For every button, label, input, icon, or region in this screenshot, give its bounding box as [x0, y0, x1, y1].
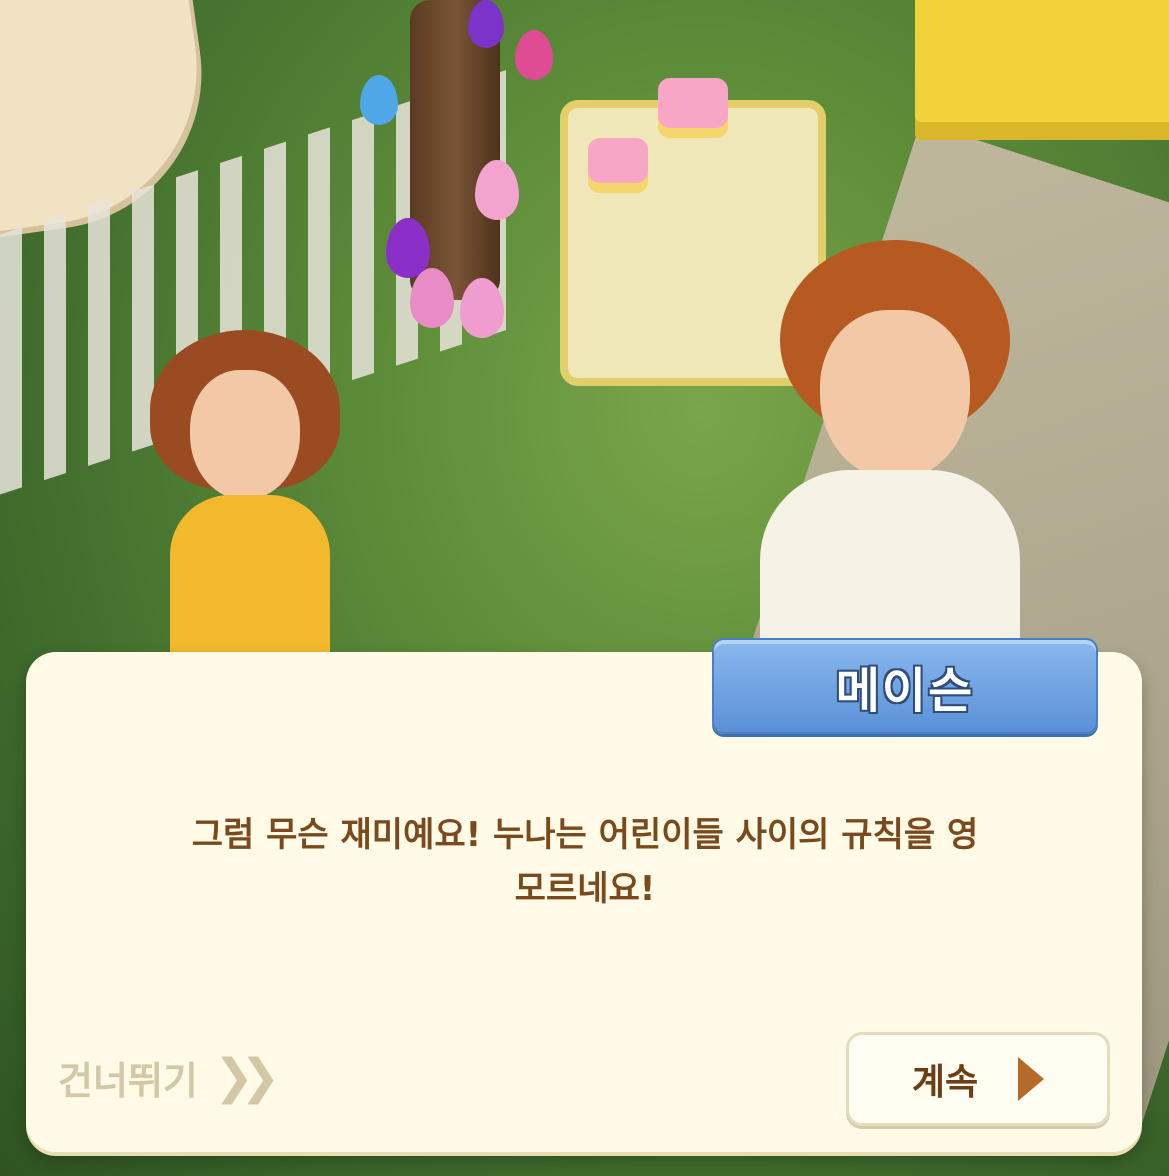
play-triangle-icon — [1018, 1057, 1045, 1101]
character-woman — [150, 330, 340, 665]
continue-button[interactable]: 계속 — [846, 1032, 1110, 1126]
continue-label: 계속 — [911, 1062, 979, 1103]
bunny-ornament — [515, 30, 553, 80]
cake — [588, 138, 648, 193]
speaker-name: 메이슨 — [835, 663, 975, 719]
dialog-line-1: 그럼 무슨 재미예요! 누나는 어린이들 사이의 규칙을 영 — [191, 815, 979, 855]
bunny-ornament — [360, 75, 398, 125]
speaker-tag: 메이슨 — [712, 638, 1098, 734]
skip-label: 건너뛰기 — [58, 1058, 198, 1103]
dialog-text: 그럼 무슨 재미예요! 누나는 어린이들 사이의 규칙을 영 모르네요! — [90, 808, 1080, 916]
skip-button[interactable]: 건너뛰기 ❯❯ — [58, 1045, 281, 1109]
yellow-table — [915, 0, 1169, 140]
cake — [658, 78, 728, 138]
double-chevron-right-icon: ❯❯ — [213, 1049, 281, 1105]
bunny-ornament — [468, 0, 504, 48]
character-mason — [760, 240, 1020, 660]
dialog-line-2: 모르네요! — [514, 869, 656, 909]
